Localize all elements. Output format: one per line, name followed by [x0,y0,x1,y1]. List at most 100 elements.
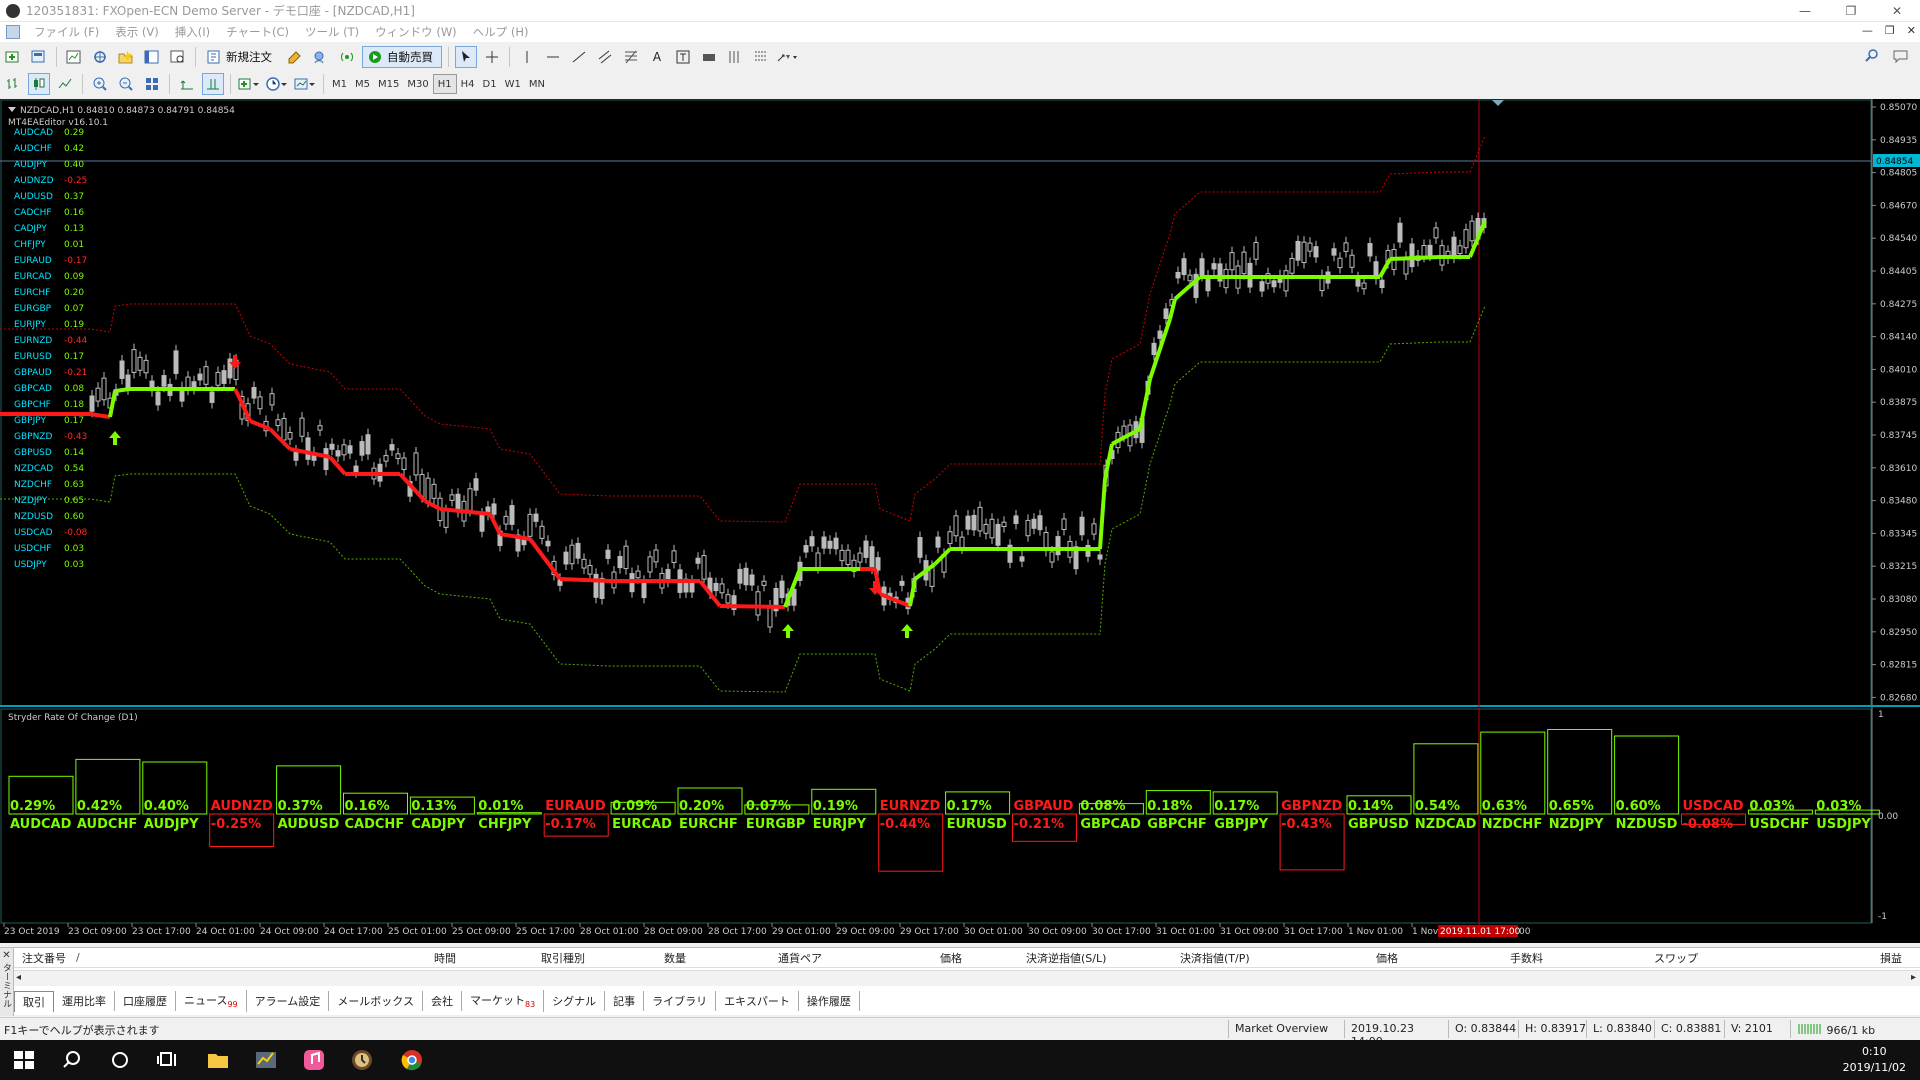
rectangle-icon[interactable] [698,46,720,68]
col-sl[interactable]: 決済逆指値(S/L) [1026,950,1106,966]
terminal-tab[interactable]: ライブラリ [644,991,717,1011]
cursor-icon[interactable] [455,46,477,68]
col-profit[interactable]: 損益 [1880,950,1902,966]
equidistant-channel-icon[interactable] [594,46,616,68]
signals-icon[interactable] [336,46,358,68]
auto-trading-button[interactable]: 自動売買 [362,46,442,68]
terminal-tab[interactable]: 運用比率 [54,991,115,1011]
zoom-in-icon[interactable] [89,73,111,95]
data-window-icon[interactable] [89,46,111,68]
new-order-button[interactable]: 新規注文 [202,46,280,68]
task-view-icon[interactable] [156,1048,180,1072]
trendline-icon[interactable] [568,46,590,68]
terminal-tab[interactable]: 会社 [423,991,462,1011]
new-chart-icon[interactable] [2,46,24,68]
metaeditor-icon[interactable] [284,46,306,68]
zoom-out-icon[interactable] [115,73,137,95]
minimize-button[interactable]: — [1782,0,1828,22]
templates-dropdown-icon[interactable] [293,73,317,95]
col-current-price[interactable]: 価格 [1376,950,1398,966]
doc-minimize-button[interactable]: — [1862,24,1873,37]
periods-dropdown-icon[interactable] [265,73,289,95]
menu-insert[interactable]: 挿入(I) [167,24,218,40]
file-explorer-icon[interactable] [206,1048,230,1072]
timeframe-w1[interactable]: W1 [501,74,525,94]
market-watch-icon[interactable] [63,46,85,68]
period-separators-icon[interactable] [724,46,746,68]
taskbar-clock[interactable]: 0:10 2019/11/02 [1843,1044,1906,1076]
terminal-close-icon[interactable]: ✕ [2,950,10,961]
tile-windows-icon[interactable] [141,73,163,95]
doc-restore-button[interactable]: ❐ [1885,24,1895,37]
chart-doc-icon[interactable] [6,25,20,39]
terminal-tab[interactable]: シグナル [544,991,606,1011]
terminal-tab[interactable]: メールボックス [329,991,423,1011]
profiles-icon[interactable] [28,46,50,68]
community-icon[interactable] [310,46,332,68]
chat-icon[interactable] [1892,48,1910,68]
terminal-tab[interactable]: ニュース99 [176,990,247,1012]
text-icon[interactable]: A [646,46,668,68]
terminal-tab[interactable]: 記事 [605,991,645,1011]
bar-chart-icon[interactable] [2,73,24,95]
crosshair-icon[interactable] [481,46,503,68]
timeframe-m1[interactable]: M1 [328,74,351,94]
horizontal-line-icon[interactable] [542,46,564,68]
terminal-tab[interactable]: 操作履歴 [799,991,860,1011]
scroll-right-icon[interactable]: ▸ [1911,972,1916,983]
terminal-tab[interactable]: 取引 [14,990,54,1012]
status-traffic[interactable]: 966/1 kb [1790,1020,1920,1038]
timeframe-d1[interactable]: D1 [479,74,501,94]
vertical-line-icon[interactable] [516,46,538,68]
terminal-tab[interactable]: エキスパート [716,991,799,1011]
doc-close-button[interactable]: ✕ [1907,24,1916,37]
col-type[interactable]: 取引種別 [541,950,585,966]
maximize-button[interactable]: ❐ [1828,0,1874,22]
price-chart[interactable]: NZDCAD,H1 0.84810 0.84873 0.84791 0.8485… [0,99,1920,943]
auto-scroll-icon[interactable] [176,73,198,95]
col-commission[interactable]: 手数料 [1510,950,1543,966]
line-chart-icon[interactable] [54,73,76,95]
menu-chart[interactable]: チャート(C) [218,24,297,40]
music-app-icon[interactable] [302,1048,326,1072]
col-time[interactable]: 時間 [434,950,456,966]
col-ticket[interactable]: 注文番号 [22,950,66,966]
timeframe-m15[interactable]: M15 [374,74,403,94]
clock-app-icon[interactable] [350,1048,374,1072]
arrows-dropdown-icon[interactable] [776,46,798,68]
strategy-tester-icon[interactable] [167,46,189,68]
collapse-arrow-icon[interactable] [8,107,16,112]
indicators-dropdown-icon[interactable] [237,73,261,95]
chart-shift-marker-icon[interactable] [1492,100,1504,106]
fibonacci-icon[interactable] [620,46,642,68]
timeframe-m30[interactable]: M30 [403,74,432,94]
terminal-scrollbar[interactable]: ◂ ▸ [14,970,1920,986]
menu-file[interactable]: ファイル (F) [26,24,107,40]
cortana-icon[interactable] [108,1048,132,1072]
menu-view[interactable]: 表示 (V) [107,24,167,40]
search-icon[interactable] [1864,48,1880,68]
chart-shift-icon[interactable] [202,73,224,95]
mt4-taskbar-icon[interactable] [254,1048,278,1072]
col-price[interactable]: 価格 [940,950,962,966]
col-swap[interactable]: スワップ [1654,950,1698,966]
scroll-left-icon[interactable]: ◂ [16,972,21,983]
menu-window[interactable]: ウィンドウ (W) [367,24,465,40]
chrome-icon[interactable] [400,1048,424,1072]
terminal-tab[interactable]: マーケット83 [462,990,545,1012]
status-profile[interactable]: Market Overview [1228,1020,1348,1038]
close-button[interactable]: ✕ [1874,0,1920,22]
timeframe-mn[interactable]: MN [525,74,549,94]
search-taskbar-icon[interactable] [60,1048,84,1072]
timeframe-h4[interactable]: H4 [457,74,479,94]
terminal-tab[interactable]: アラーム設定 [247,991,330,1011]
timeframe-m5[interactable]: M5 [351,74,374,94]
windows-start-icon[interactable] [12,1048,36,1072]
text-label-icon[interactable] [672,46,694,68]
col-symbol[interactable]: 通貨ペア [778,950,822,966]
terminal-tab[interactable]: 口座履歴 [115,991,176,1011]
menu-tools[interactable]: ツール (T) [297,24,367,40]
andrews-pitchfork-icon[interactable] [750,46,772,68]
col-size[interactable]: 数量 [664,950,686,966]
menu-help[interactable]: ヘルプ (H) [465,24,537,40]
